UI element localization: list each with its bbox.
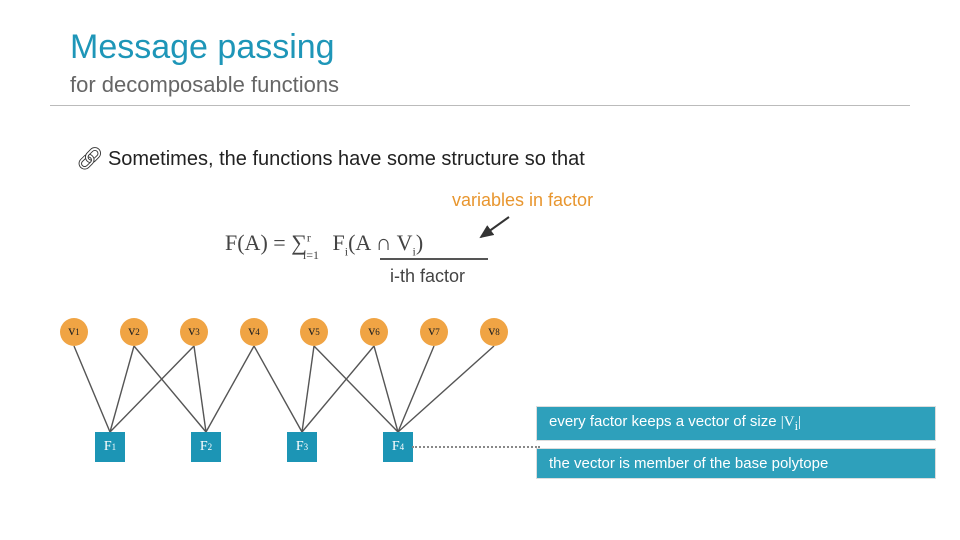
sum-lower: i=1 [303,248,319,262]
factor-node-2: F2 [191,432,221,462]
variable-node-2: v2 [120,318,148,346]
variable-node-6: v6 [360,318,388,346]
variable-node-3: v3 [180,318,208,346]
link-bullet-icon: 🔗︎ [76,146,104,172]
bullet-row: 🔗︎ Sometimes, the functions have some st… [76,146,585,172]
arrow-icon [475,215,515,241]
variable-node-7: v7 [420,318,448,346]
slide-title: Message passing [70,28,335,67]
formula-arg: (A ∩ V [348,230,412,255]
formula: F(A) = ∑ri=1 Fi(A ∩ Vi) [225,230,423,259]
info2-text: the vector is member of the base polytop… [549,455,828,472]
sum-upper: r [307,231,311,245]
info1-vi-close: | [798,414,801,430]
formula-lhs: F(A) = [225,230,291,255]
factor-node-3: F3 [287,432,317,462]
variable-node-8: v8 [480,318,508,346]
info-box-vector-size: every factor keeps a vector of size |Vi| [536,406,936,441]
variable-node-5: v5 [300,318,328,346]
info-box-base-polytope: the vector is member of the base polytop… [536,448,936,479]
formula-fi: F [332,230,344,255]
slide-subtitle: for decomposable functions [70,72,339,98]
factor-node-1: F1 [95,432,125,462]
variable-nodes: v1 v2 v3 v4 v5 v6 v7 v8 [60,318,508,346]
factor-node-4: F4 [383,432,413,462]
info1-pre: every factor keeps a vector of size [549,413,781,430]
underline-icon [380,258,488,260]
variable-node-1: v1 [60,318,88,346]
factor-nodes: F1 F2 F3 F4 [95,432,413,462]
variable-node-4: v4 [240,318,268,346]
ith-factor-label: i-th factor [390,266,465,287]
variables-in-factor-label: variables in factor [452,190,593,211]
bullet-text: Sometimes, the functions have some struc… [108,148,585,171]
info1-vi: |V [781,414,795,430]
divider [50,105,910,106]
dotted-connector-icon [412,446,540,448]
formula-close: ) [416,230,423,255]
